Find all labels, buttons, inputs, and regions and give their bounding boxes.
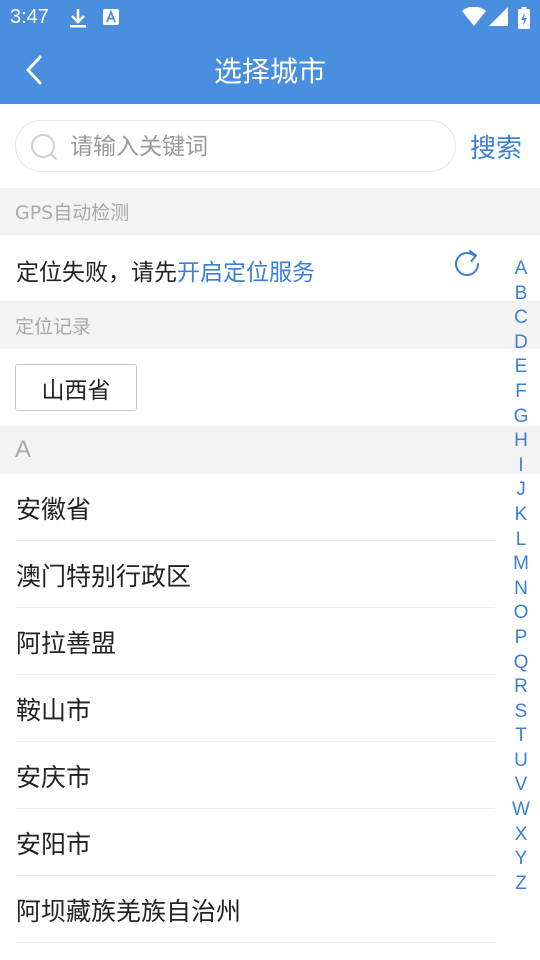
- index-letter-x[interactable]: X: [508, 823, 534, 848]
- index-letter-l[interactable]: L: [508, 528, 534, 553]
- refresh-icon[interactable]: [452, 249, 482, 279]
- gps-status-text: 定位失败，请先: [16, 260, 177, 286]
- index-letter-y[interactable]: Y: [508, 847, 534, 872]
- wifi-icon: [462, 6, 486, 31]
- index-letter-w[interactable]: W: [508, 798, 534, 823]
- index-letter-v[interactable]: V: [508, 773, 534, 798]
- index-letter-z[interactable]: Z: [508, 872, 534, 897]
- index-letter-n[interactable]: N: [508, 577, 534, 602]
- letter-header-a: A: [0, 426, 540, 474]
- city-list: 安徽省 澳门特别行政区 阿拉善盟 鞍山市 安庆市 安阳市 阿坝藏族羌族自治州: [0, 474, 540, 943]
- index-letter-h[interactable]: H: [508, 429, 534, 454]
- signal-icon: [489, 7, 509, 31]
- index-letter-a[interactable]: A: [508, 257, 534, 282]
- index-letter-f[interactable]: F: [508, 380, 534, 405]
- status-bar: 3:47: [0, 0, 540, 36]
- index-letter-r[interactable]: R: [508, 675, 534, 700]
- city-list-item[interactable]: 安阳市: [0, 809, 540, 876]
- battery-charging-icon: [518, 7, 530, 33]
- status-time: 3:47: [10, 6, 49, 28]
- search-icon: [31, 134, 57, 160]
- city-list-item[interactable]: 鞍山市: [0, 675, 540, 742]
- index-letter-j[interactable]: J: [508, 478, 534, 503]
- search-row: 搜索: [0, 104, 540, 188]
- gps-section-header: GPS自动检测: [0, 188, 540, 235]
- search-input[interactable]: [70, 131, 440, 163]
- page-title: 选择城市: [213, 55, 326, 88]
- index-letter-b[interactable]: B: [508, 282, 534, 307]
- enable-location-link[interactable]: 开启定位服务: [177, 260, 315, 286]
- search-button[interactable]: 搜索: [470, 128, 522, 165]
- index-letter-p[interactable]: P: [508, 626, 534, 651]
- index-letter-u[interactable]: U: [508, 749, 534, 774]
- gps-status: 定位失败，请先开启定位服务: [16, 253, 315, 287]
- index-letter-d[interactable]: D: [508, 331, 534, 356]
- index-letter-c[interactable]: C: [508, 306, 534, 331]
- city-list-item[interactable]: 阿坝藏族羌族自治州: [0, 876, 540, 943]
- index-letter-i[interactable]: I: [508, 454, 534, 479]
- index-letter-e[interactable]: E: [508, 355, 534, 380]
- index-letter-q[interactable]: Q: [508, 651, 534, 676]
- city-list-item[interactable]: 澳门特别行政区: [0, 541, 540, 608]
- city-list-item[interactable]: 安庆市: [0, 742, 540, 809]
- index-letter-s[interactable]: S: [508, 700, 534, 725]
- search-box[interactable]: [15, 120, 456, 172]
- app-bar: 选择城市: [0, 36, 540, 104]
- history-row: 山西省: [0, 349, 540, 426]
- download-icon: [68, 7, 88, 33]
- index-letter-m[interactable]: M: [508, 552, 534, 577]
- font-app-icon: [102, 7, 120, 31]
- history-section-header: 定位记录: [0, 301, 540, 349]
- city-list-item[interactable]: 安徽省: [0, 474, 540, 541]
- history-chip[interactable]: 山西省: [15, 364, 137, 411]
- index-letter-k[interactable]: K: [508, 503, 534, 528]
- index-letter-g[interactable]: G: [508, 405, 534, 430]
- alphabet-index-bar[interactable]: A B C D E F G H I J K L M N O P Q R S T …: [508, 257, 534, 896]
- index-letter-o[interactable]: O: [508, 601, 534, 626]
- index-letter-t[interactable]: T: [508, 724, 534, 749]
- city-list-item[interactable]: 阿拉善盟: [0, 608, 540, 675]
